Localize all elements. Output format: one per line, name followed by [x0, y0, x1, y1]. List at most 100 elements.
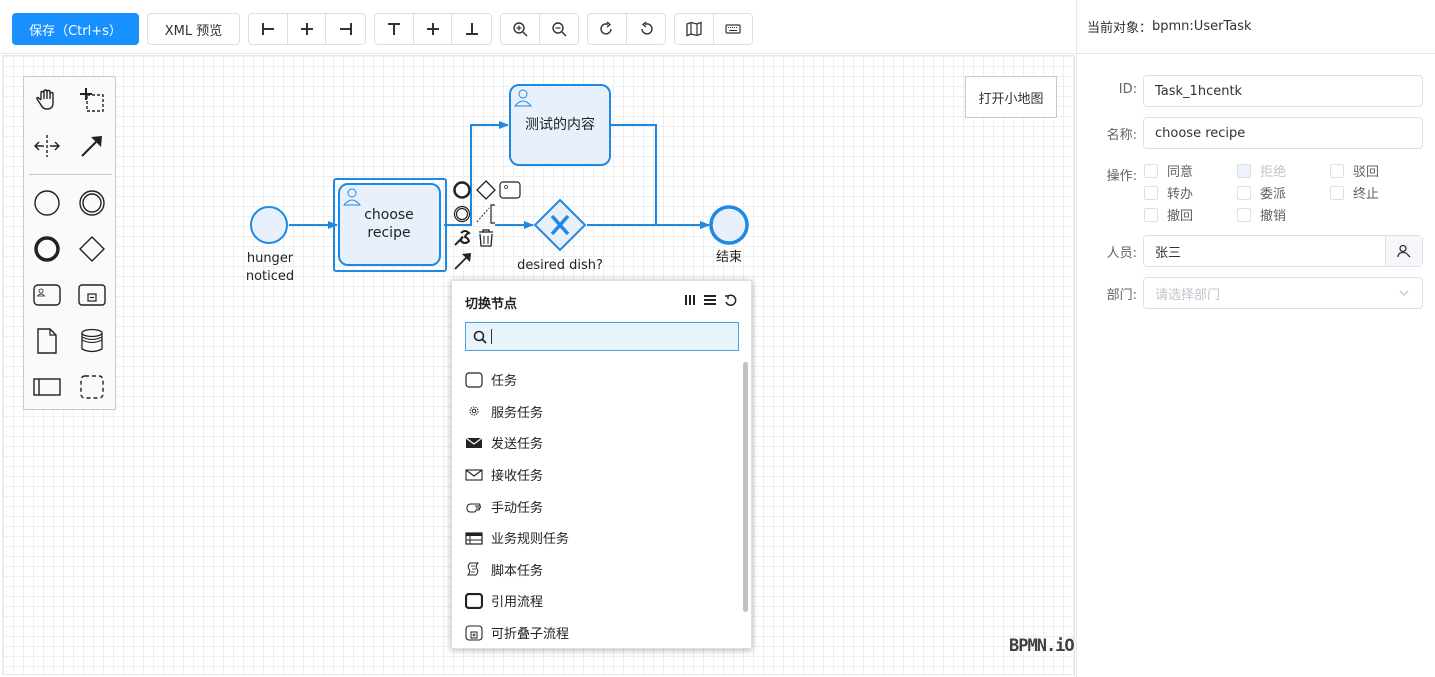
redo-icon	[600, 21, 612, 35]
call-activity-icon	[465, 592, 483, 609]
select-person-button[interactable]	[1385, 236, 1422, 266]
dept-select[interactable]: 请选择部门	[1143, 277, 1423, 309]
manual-task-icon	[466, 503, 481, 513]
popup-item-collapsed-subprocess[interactable]: 可折叠子流程	[465, 617, 735, 649]
start-event-label: hunger noticed	[245, 251, 295, 284]
parallel-multi-instance-icon[interactable]	[683, 293, 697, 307]
loop-icon[interactable]	[723, 293, 737, 307]
popup-item-receive-task[interactable]: 接收任务	[465, 459, 735, 491]
map-icon	[686, 21, 702, 37]
id-field[interactable]: Task_1hcentk	[1143, 75, 1423, 107]
checkbox-return[interactable]: 驳回	[1330, 161, 1379, 180]
panel-header: 当前对象： bpmn:UserTask	[1077, 0, 1435, 54]
current-object-value: bpmn:UserTask	[1152, 19, 1252, 34]
zoom-out-icon	[552, 22, 567, 37]
checkbox-reject: 拒绝	[1237, 161, 1286, 180]
end-event-label: 结束	[715, 250, 742, 265]
popup-item-label: 服务任务	[491, 405, 544, 421]
align-center-button[interactable]	[288, 14, 327, 44]
checkbox-terminate[interactable]: 终止	[1330, 183, 1379, 202]
popup-title: 切换节点	[465, 297, 518, 312]
align-bottom-icon	[465, 23, 478, 35]
trash-icon[interactable]	[479, 229, 493, 247]
checkbox-approve[interactable]: 同意	[1144, 161, 1193, 180]
sequence-flow[interactable]	[444, 121, 509, 226]
start-event[interactable]	[250, 206, 288, 244]
align-left-button[interactable]	[249, 14, 288, 44]
dept-label: 部门:	[1106, 288, 1137, 303]
popup-item-label: 接收任务	[491, 469, 544, 485]
send-task-icon	[465, 437, 483, 448]
popup-header-tools	[683, 293, 737, 307]
text-annotation-icon[interactable]	[476, 207, 490, 223]
zoom-group	[500, 13, 579, 45]
text-cursor	[491, 329, 492, 344]
name-field[interactable]: choose recipe	[1143, 117, 1423, 149]
gateway-label: desired dish?	[517, 258, 603, 273]
keyboard-icon	[725, 24, 741, 34]
align-left-icon	[261, 23, 274, 35]
align-top-icon	[387, 23, 400, 35]
dept-placeholder: 请选择部门	[1155, 287, 1221, 303]
align-middle-button[interactable]	[414, 14, 453, 44]
undo-button[interactable]	[627, 14, 666, 44]
undo-icon	[641, 21, 653, 35]
keyboard-button[interactable]	[714, 14, 753, 44]
receive-task-icon	[465, 469, 483, 481]
checkbox-withdraw[interactable]: 撤回	[1144, 205, 1193, 224]
append-gateway-icon[interactable]	[476, 180, 496, 200]
popup-search-input[interactable]	[465, 322, 739, 351]
service-task-icon	[469, 406, 479, 416]
popup-item-send-task[interactable]: 发送任务	[465, 427, 735, 459]
zoom-out-button[interactable]	[540, 14, 579, 44]
popup-item-business-rule-task[interactable]: 业务规则任务	[465, 522, 735, 554]
append-end-event-icon[interactable]	[453, 181, 471, 199]
app: 保存（Ctrl+s） XML 预览 打开小地图 hunger noticed c…	[0, 0, 1435, 677]
checkbox-delegate[interactable]: 委派	[1237, 183, 1286, 202]
bpmn-canvas[interactable]: 打开小地图 hunger noticed choose recipe 测试的内容…	[2, 55, 1075, 675]
popup-item-label: 脚本任务	[491, 563, 544, 579]
bpmn-io-watermark[interactable]: BPMN.iO	[1009, 636, 1074, 656]
popup-list: 任务 服务任务 发送任务 接收任务 手动任务 业务规则任务 脚本任务 引用流程 …	[465, 364, 735, 648]
checkbox-revoke[interactable]: 撤销	[1237, 205, 1286, 224]
align-right-icon	[339, 23, 352, 35]
popup-item-label: 业务规则任务	[491, 532, 570, 548]
name-value: choose recipe	[1155, 125, 1246, 141]
person-field[interactable]: 张三	[1143, 235, 1423, 267]
append-task-icon[interactable]	[499, 181, 521, 199]
popup-item-script-task[interactable]: 脚本任务	[465, 554, 735, 586]
xml-preview-button[interactable]: XML 预览	[147, 13, 240, 45]
toolbar: 保存（Ctrl+s） XML 预览	[0, 0, 1076, 54]
align-middle-icon	[426, 23, 439, 35]
zoom-in-button[interactable]	[501, 14, 540, 44]
popup-item-manual-task[interactable]: 手动任务	[465, 490, 735, 522]
align-top-button[interactable]	[375, 14, 414, 44]
save-button[interactable]: 保存（Ctrl+s）	[12, 13, 139, 45]
popup-item-label: 手动任务	[491, 500, 544, 516]
history-group	[587, 13, 666, 45]
id-value: Task_1hcentk	[1155, 83, 1243, 99]
user-select-icon	[1397, 244, 1411, 258]
sequential-multi-instance-icon[interactable]	[703, 293, 717, 307]
search-icon	[473, 330, 487, 344]
wrench-icon[interactable]	[454, 230, 471, 246]
popup-item-call-activity[interactable]: 引用流程	[465, 585, 735, 617]
redo-button[interactable]	[588, 14, 627, 44]
popup-item-service-task[interactable]: 服务任务	[465, 396, 735, 428]
checkbox-transfer[interactable]: 转办	[1144, 183, 1193, 202]
popup-item-label: 发送任务	[491, 437, 544, 453]
task-choose-recipe-label: choose recipe	[364, 207, 414, 241]
align-bottom-button[interactable]	[452, 14, 491, 44]
collapsed-subprocess-icon	[465, 624, 483, 641]
connect-icon[interactable]	[454, 253, 471, 270]
popup-scrollbar[interactable]	[743, 362, 748, 612]
popup-item-task[interactable]: 任务	[465, 364, 735, 396]
end-event[interactable]	[709, 205, 749, 245]
script-task-icon	[466, 562, 480, 576]
align-right-button[interactable]	[326, 14, 365, 44]
sequence-flow[interactable]	[610, 124, 710, 229]
replace-popup: 切换节点 任务 服务任务 发送任务 接收任务 手动任务 业务规则任务 脚本任务 …	[451, 280, 752, 649]
map-button[interactable]	[675, 14, 714, 44]
properties-panel: 当前对象： bpmn:UserTask ID: Task_1hcentk 名称:…	[1076, 0, 1435, 677]
current-object-label: 当前对象：	[1087, 21, 1153, 36]
